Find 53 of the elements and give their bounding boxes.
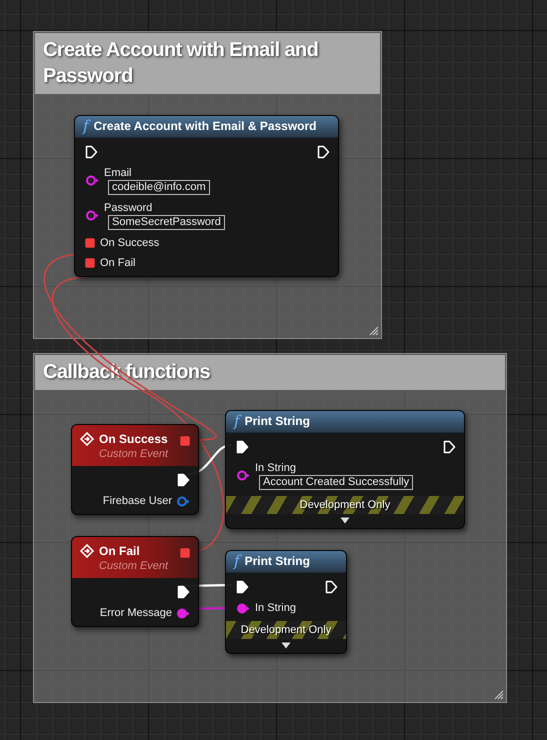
exec-pin[interactable] bbox=[177, 585, 190, 599]
pin-label: Email bbox=[104, 166, 132, 180]
pin-label: In String bbox=[255, 601, 296, 615]
node-subtitle: Custom Event bbox=[99, 447, 170, 462]
exec-pin[interactable] bbox=[317, 145, 330, 159]
data-pin[interactable] bbox=[85, 210, 99, 221]
exec-pin[interactable] bbox=[325, 580, 338, 594]
resize-grip-icon bbox=[369, 326, 379, 336]
function-icon: f bbox=[234, 413, 240, 429]
function-icon: f bbox=[234, 553, 240, 569]
expand-caret-icon[interactable] bbox=[281, 642, 291, 649]
comment-title: Create Account with Email and Password bbox=[43, 38, 320, 89]
value-field[interactable]: Account Created Successfully bbox=[259, 475, 414, 490]
function-node[interactable]: f Print String In String Account Created Successfully Development Only bbox=[225, 410, 465, 529]
data-pin[interactable] bbox=[236, 602, 250, 614]
node-title: Create Account with Email & Password bbox=[94, 118, 318, 134]
event-node[interactable]: On Success Custom Event Firebase User bbox=[71, 424, 199, 515]
data-pin[interactable] bbox=[176, 608, 190, 618]
expand-caret-icon[interactable] bbox=[340, 517, 350, 524]
value-field[interactable]: codeible@info.com bbox=[108, 180, 210, 195]
exec-pin[interactable] bbox=[236, 440, 249, 454]
pin-label: In String bbox=[255, 461, 296, 475]
function-node[interactable]: f Create Account with Email & Password Email codeible@info.com Password SomeSecretPassword On Success On Fail bbox=[74, 115, 339, 277]
exec-pin[interactable] bbox=[443, 440, 456, 454]
pin-label: Error Message bbox=[100, 606, 172, 620]
delegate-pin[interactable] bbox=[180, 548, 190, 558]
exec-pin[interactable] bbox=[177, 473, 190, 487]
delegate-pin[interactable] bbox=[85, 238, 95, 248]
event-icon bbox=[80, 544, 94, 558]
node-title: Print String bbox=[244, 553, 311, 569]
node-subtitle: Custom Event bbox=[99, 559, 170, 574]
node-title: Print String bbox=[244, 413, 311, 429]
event-node[interactable]: On Fail Custom Event Error Message bbox=[71, 536, 199, 627]
value-field[interactable]: SomeSecretPassword bbox=[108, 215, 225, 230]
resize-grip-icon bbox=[494, 690, 504, 700]
data-pin[interactable] bbox=[176, 496, 190, 506]
pin-label: Firebase User bbox=[102, 494, 172, 508]
function-node[interactable]: f Print String In String Development Only bbox=[225, 550, 347, 654]
node-title: On Fail bbox=[99, 543, 141, 559]
data-pin[interactable] bbox=[236, 470, 250, 481]
exec-pin[interactable] bbox=[85, 145, 98, 159]
event-icon bbox=[80, 432, 94, 446]
exec-pin[interactable] bbox=[236, 580, 249, 594]
delegate-pin[interactable] bbox=[85, 258, 95, 268]
node-title: On Success bbox=[99, 431, 169, 447]
pin-label: On Fail bbox=[100, 256, 136, 270]
function-icon: f bbox=[83, 118, 89, 134]
data-pin[interactable] bbox=[85, 175, 99, 186]
pin-label: Password bbox=[104, 201, 152, 215]
pin-label: On Success bbox=[100, 236, 160, 250]
banner-label: Development Only bbox=[240, 624, 332, 636]
banner-label: Development Only bbox=[300, 499, 390, 511]
delegate-pin[interactable] bbox=[180, 436, 190, 446]
